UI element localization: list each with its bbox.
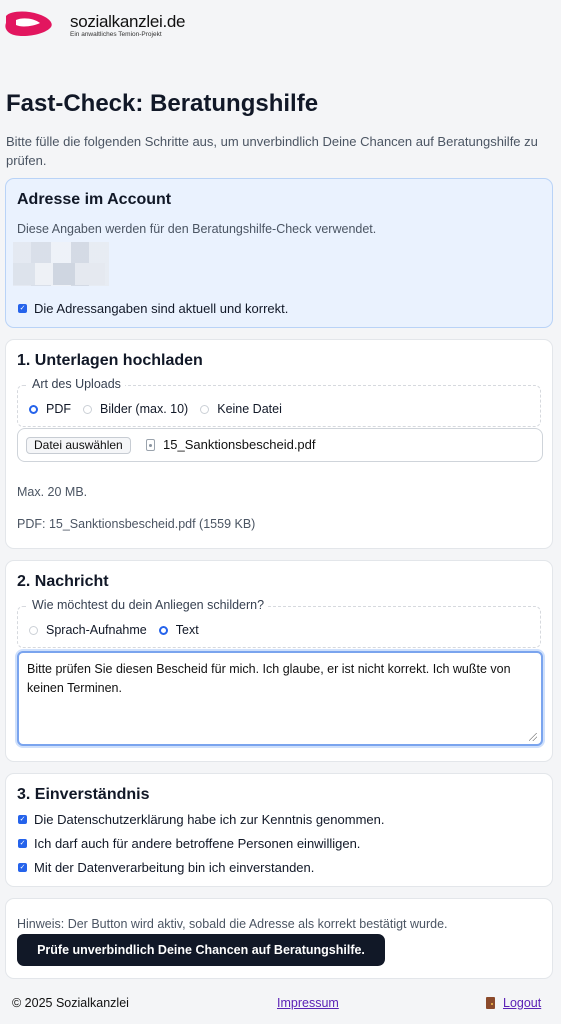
file-icon bbox=[146, 438, 155, 451]
message-textarea[interactable]: Bitte prüfen Sie diesen Bescheid für mic… bbox=[17, 651, 543, 746]
radio-unselected-icon[interactable] bbox=[200, 404, 210, 414]
upload-type-images-radio[interactable]: Bilder (max. 10) bbox=[83, 402, 188, 416]
radio-label: Sprach-Aufnahme bbox=[46, 623, 147, 637]
upload-max-size: Max. 20 MB. bbox=[17, 485, 88, 499]
page-title: Fast-Check: Beratungshilfe bbox=[6, 90, 319, 117]
upload-file-info: PDF: 15_Sanktionsbescheid.pdf (1559 KB) bbox=[17, 517, 256, 531]
consent-label: Die Datenschutzerklärung habe ich zur Ke… bbox=[34, 812, 385, 827]
door-icon bbox=[486, 997, 495, 1009]
impressum-link[interactable]: Impressum bbox=[277, 996, 339, 1010]
message-mode-text-radio[interactable]: Text bbox=[158, 623, 199, 637]
radio-label: Keine Datei bbox=[217, 402, 282, 416]
upload-type-legend: Art des Uploads bbox=[28, 377, 125, 391]
radio-unselected-icon[interactable] bbox=[83, 404, 92, 414]
logout-label: Logout bbox=[503, 996, 542, 1010]
consent-label: Ich darf auch für andere betroffene Pers… bbox=[34, 836, 361, 851]
message-mode-voice-radio[interactable]: Sprach-Aufnahme bbox=[29, 623, 147, 637]
address-confirm-checkbox[interactable]: ✓ Die Adressangaben sind aktuell und kor… bbox=[18, 301, 288, 316]
message-mode-fieldset: Wie möchtest du dein Anliegen schildern?… bbox=[17, 598, 541, 648]
brand-logo-icon[interactable] bbox=[4, 10, 54, 38]
checkbox-checked-icon[interactable]: ✓ bbox=[18, 304, 27, 313]
upload-card: 1. Unterlagen hochladen Art des Uploads … bbox=[5, 339, 553, 549]
check-chances-button[interactable]: Prüfe unverbindlich Deine Chancen auf Be… bbox=[17, 934, 385, 966]
address-confirm-label: Die Adressangaben sind aktuell und korre… bbox=[34, 301, 289, 316]
message-text: Bitte prüfen Sie diesen Bescheid für mic… bbox=[27, 662, 511, 695]
copyright: © 2025 Sozialkanzlei bbox=[12, 996, 129, 1010]
checkbox-checked-icon[interactable]: ✓ bbox=[18, 815, 27, 824]
consent-card-title: 3. Einverständnis bbox=[17, 786, 150, 803]
consent-data-processing-checkbox[interactable]: ✓ Mit der Datenverarbeitung bin ich einv… bbox=[18, 860, 314, 875]
file-input[interactable]: Datei auswählen 15_Sanktionsbescheid.pdf bbox=[17, 428, 543, 462]
consent-card: 3. Einverständnis ✓ Die Datenschutzerklä… bbox=[5, 773, 553, 887]
consent-others-checkbox[interactable]: ✓ Ich darf auch für andere betroffene Pe… bbox=[18, 836, 360, 851]
radio-selected-icon[interactable] bbox=[158, 625, 168, 635]
address-card-description: Diese Angaben werden für den Beratungshi… bbox=[17, 222, 377, 236]
radio-label: PDF bbox=[46, 402, 71, 416]
radio-label: Bilder (max. 10) bbox=[100, 402, 189, 416]
brand-tagline: Ein anwaltliches Temion-Projekt bbox=[70, 31, 162, 38]
consent-privacy-checkbox[interactable]: ✓ Die Datenschutzerklärung habe ich zur … bbox=[18, 812, 384, 827]
logout-link[interactable]: Logout bbox=[486, 996, 541, 1010]
brand-logo[interactable]: sozialkanzlei.de Ein anwaltliches Temion… bbox=[70, 12, 186, 39]
radio-selected-icon[interactable] bbox=[29, 404, 38, 414]
message-mode-legend: Wie möchtest du dein Anliegen schildern? bbox=[28, 598, 269, 612]
radio-unselected-icon[interactable] bbox=[29, 625, 38, 635]
brand-name: sozialkanzlei.de bbox=[70, 12, 186, 31]
radio-label: Text bbox=[175, 623, 199, 637]
address-card-title: Adresse im Account bbox=[17, 191, 172, 208]
selected-file: 15_Sanktionsbescheid.pdf bbox=[146, 437, 316, 452]
submit-card: Hinweis: Der Button wird aktiv, sobald d… bbox=[5, 898, 553, 979]
message-card: 2. Nachricht Wie möchtest du dein Anlieg… bbox=[5, 560, 553, 762]
checkbox-checked-icon[interactable]: ✓ bbox=[18, 839, 27, 848]
consent-label: Mit der Datenverarbeitung bin ich einver… bbox=[34, 860, 315, 875]
choose-file-button[interactable]: Datei auswählen bbox=[26, 437, 131, 454]
upload-type-none-radio[interactable]: Keine Datei bbox=[200, 402, 282, 416]
upload-type-fieldset: Art des Uploads PDF Bilder (max. 10) Kei… bbox=[17, 377, 541, 427]
site-footer: © 2025 Sozialkanzlei Impressum Logout bbox=[0, 993, 561, 1013]
resize-handle-icon[interactable] bbox=[529, 733, 537, 741]
message-card-title: 2. Nachricht bbox=[17, 573, 109, 590]
site-header: sozialkanzlei.de Ein anwaltliches Temion… bbox=[0, 0, 561, 50]
upload-type-radio-group: PDF Bilder (max. 10) Keine Datei bbox=[29, 402, 294, 416]
address-card: Adresse im Account Diese Angaben werden … bbox=[5, 178, 553, 328]
upload-type-pdf-radio[interactable]: PDF bbox=[29, 402, 71, 416]
submit-hint: Hinweis: Der Button wird aktiv, sobald d… bbox=[17, 917, 448, 931]
page-intro: Bitte fülle die folgenden Schritte aus, … bbox=[6, 134, 538, 168]
upload-card-title: 1. Unterlagen hochladen bbox=[17, 352, 203, 369]
redacted-address-image-2 bbox=[13, 263, 105, 285]
checkbox-checked-icon[interactable]: ✓ bbox=[18, 863, 27, 872]
message-mode-radio-group: Sprach-Aufnahme Text bbox=[29, 623, 211, 637]
selected-file-name: 15_Sanktionsbescheid.pdf bbox=[163, 437, 316, 452]
